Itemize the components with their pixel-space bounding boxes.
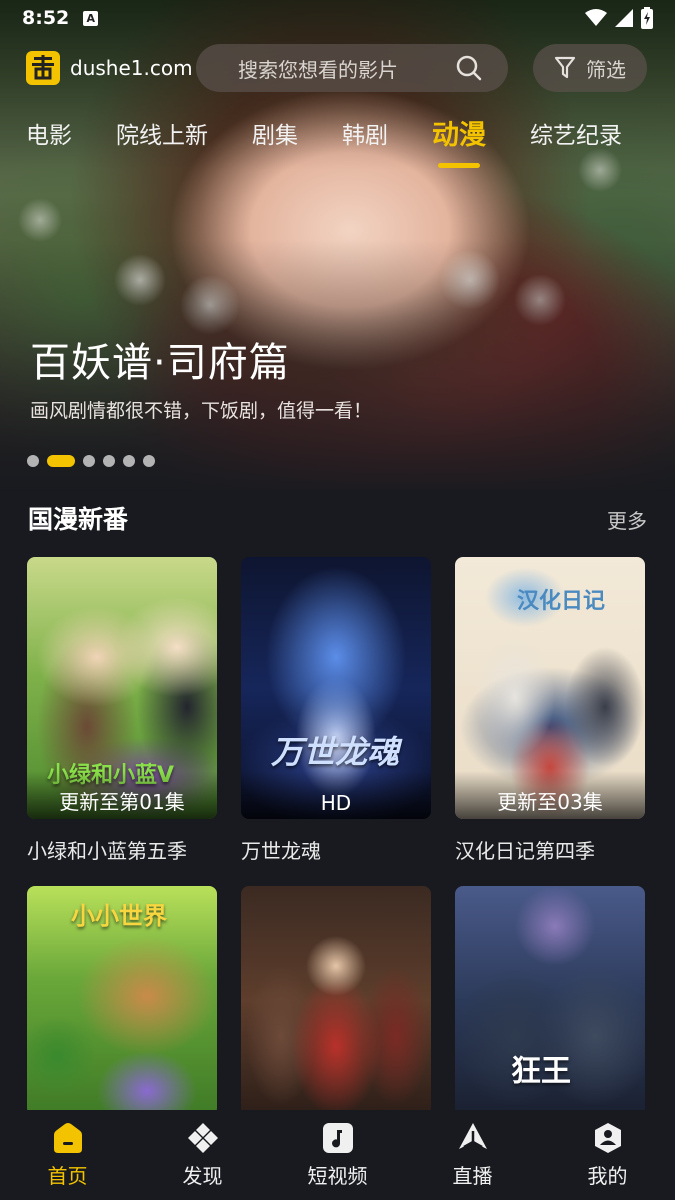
wifi-icon (585, 9, 607, 26)
quality-badge: HD (241, 771, 431, 819)
video-title[interactable]: 汉化日记第四季 (455, 835, 645, 864)
home-icon (53, 1123, 82, 1153)
video-card[interactable]: 小绿和小蓝V 更新至第01集 小绿和小蓝第五季 (27, 557, 217, 864)
search-icon[interactable] (456, 55, 482, 81)
tab-series[interactable]: 剧集 (252, 116, 298, 176)
carousel-dot[interactable] (83, 455, 95, 467)
nav-short-video-label: 短视频 (307, 1164, 368, 1188)
poster-image[interactable]: 小绿和小蓝V 更新至第01集 (27, 557, 217, 819)
tab-new-in-theaters[interactable]: 院线上新 (116, 116, 208, 176)
discover-icon (187, 1123, 218, 1153)
nav-short-video[interactable]: 短视频 (270, 1110, 405, 1200)
poster-image[interactable]: 小小世界 (27, 886, 217, 1116)
carousel-indicator (27, 455, 155, 467)
filter-icon (554, 56, 576, 79)
nav-profile[interactable]: 我的 (540, 1110, 675, 1200)
nav-discover-label: 发现 (182, 1164, 223, 1188)
carousel-dot[interactable] (143, 455, 155, 467)
poster-image[interactable]: 汉化日记 更新至03集 (455, 557, 645, 819)
search-placeholder: 搜索您想看的影片 (238, 57, 398, 82)
video-card[interactable]: 汉化日记 更新至03集 汉化日记第四季 (455, 557, 645, 864)
battery-icon (641, 7, 653, 29)
nav-discover[interactable]: 发现 (135, 1110, 270, 1200)
carousel-dot[interactable] (27, 455, 39, 467)
video-title[interactable]: 万世龙魂 (241, 835, 431, 864)
poster-title-art: 狂王 (511, 1054, 571, 1089)
nav-live[interactable]: 直播 (405, 1110, 540, 1200)
search-bar[interactable]: 搜索您想看的影片 (196, 44, 508, 92)
nav-profile-label: 我的 (587, 1164, 628, 1188)
section-title: 国漫新番 (28, 505, 129, 534)
video-card[interactable] (241, 886, 431, 1116)
banner-title[interactable]: 百妖谱·司府篇 (30, 330, 290, 388)
video-card[interactable]: 狂王 (455, 886, 645, 1116)
more-link[interactable]: 更多 (607, 505, 647, 534)
poster-title-art: 小小世界 (71, 902, 167, 930)
status-bar: 8:52 A (0, 0, 675, 36)
profile-icon (594, 1123, 621, 1153)
site-name[interactable]: dushe1.com (70, 56, 193, 80)
filter-label: 筛选 (586, 57, 626, 82)
bottom-nav: 首页 发现 短视频 直播 我的 (0, 1110, 675, 1200)
carousel-dot-active[interactable] (47, 455, 75, 467)
signal-icon (615, 9, 633, 27)
poster-image[interactable] (241, 886, 431, 1116)
filter-button[interactable]: 筛选 (533, 44, 647, 92)
video-title[interactable]: 小绿和小蓝第五季 (27, 835, 217, 864)
video-card[interactable]: 小小世界 (27, 886, 217, 1116)
poster-image[interactable]: 狂王 (455, 886, 645, 1116)
poster-image[interactable]: 万世龙魂 HD (241, 557, 431, 819)
category-tabs: 电影 院线上新 剧集 韩剧 动漫 综艺纪录 (26, 116, 666, 176)
poster-title-art: 万世龙魂 (271, 733, 400, 771)
app-logo-icon[interactable] (26, 51, 60, 85)
music-note-icon (322, 1123, 353, 1153)
poster-title-art: 汉化日记 (517, 589, 606, 614)
tab-variety-documentary[interactable]: 综艺纪录 (530, 116, 622, 176)
update-badge: 更新至03集 (455, 771, 645, 819)
update-badge: 更新至第01集 (27, 771, 217, 819)
nav-home[interactable]: 首页 (0, 1110, 135, 1200)
notification-icon: A (83, 10, 99, 26)
live-icon (458, 1123, 487, 1149)
banner-subtitle: 画风剧情都很不错，下饭剧，值得一看！ (30, 400, 373, 422)
nav-live-label: 直播 (452, 1164, 493, 1188)
tab-movies[interactable]: 电影 (26, 116, 72, 176)
video-card[interactable]: 万世龙魂 HD 万世龙魂 (241, 557, 431, 864)
carousel-dot[interactable] (123, 455, 135, 467)
status-time: 8:52 (22, 7, 70, 29)
tab-korean-drama[interactable]: 韩剧 (342, 116, 388, 176)
top-header: dushe1.com 搜索您想看的影片 筛选 (0, 44, 675, 92)
nav-home-label: 首页 (47, 1164, 88, 1188)
tab-anime[interactable]: 动漫 (432, 113, 486, 176)
carousel-dot[interactable] (103, 455, 115, 467)
